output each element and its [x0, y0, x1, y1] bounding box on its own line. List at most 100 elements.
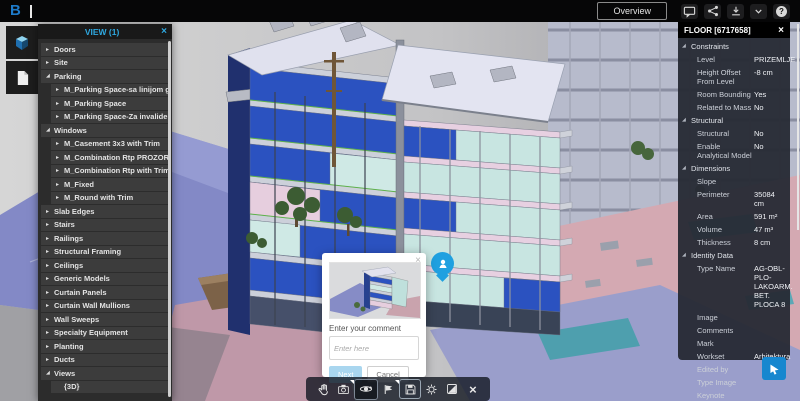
tree-item[interactable]: Windows	[41, 124, 169, 137]
document-icon	[17, 70, 28, 85]
property-row[interactable]: Room Bounding Yes	[678, 88, 790, 101]
overview-button[interactable]: Overview	[597, 2, 667, 20]
share-icon[interactable]	[704, 3, 721, 19]
tree-item[interactable]: M_Parking Space	[51, 97, 169, 110]
save-view-icon[interactable]	[399, 379, 422, 399]
property-row[interactable]: Keynote	[678, 389, 790, 401]
close-icon[interactable]	[463, 380, 483, 399]
property-row[interactable]: Identity Data	[678, 249, 790, 262]
top-bar: B Overview ?	[0, 0, 800, 22]
property-row[interactable]: Level PRIZEMLJE	[678, 53, 795, 66]
tree-item[interactable]: Doors	[41, 43, 169, 56]
comment-icon[interactable]	[681, 3, 698, 19]
tree-item[interactable]: Ceilings	[41, 259, 169, 272]
property-row[interactable]: Dimensions	[678, 162, 790, 175]
tree-item[interactable]: M_Casement 3x3 with Trim	[51, 137, 169, 150]
caret-icon	[46, 289, 54, 296]
tree-item[interactable]: M_Round with Trim	[51, 191, 169, 204]
property-row[interactable]: Constraints	[678, 40, 790, 53]
property-row[interactable]: Perimeter 35084 cm	[678, 188, 790, 210]
pan-hand-icon[interactable]	[313, 380, 333, 399]
caret-icon	[682, 42, 691, 51]
badge-icon	[349, 379, 354, 384]
chevron-down-icon[interactable]	[750, 3, 767, 19]
caret-icon	[688, 55, 697, 64]
property-row[interactable]: Structural	[678, 114, 790, 127]
app-logo[interactable]: B	[10, 0, 21, 22]
properties-panel-header: FLOOR [6717658] ×	[678, 22, 790, 38]
property-row[interactable]: Thickness 8 cm	[678, 236, 790, 249]
tree-item[interactable]: Generic Models	[41, 272, 169, 285]
model-cube-tab[interactable]	[6, 26, 38, 59]
left-panel-title: VIEW (1)	[84, 26, 120, 37]
property-row[interactable]: Area 591 m²	[678, 210, 790, 223]
left-panel-scrollbar[interactable]	[168, 41, 171, 397]
property-row[interactable]: Height Offset From Level -8 cm	[678, 66, 790, 88]
caret-icon	[46, 370, 54, 376]
caret-icon	[56, 154, 64, 161]
tree-item[interactable]: Views	[41, 367, 169, 380]
tree-item[interactable]: Slab Edges	[41, 205, 169, 218]
close-icon[interactable]: ×	[778, 25, 784, 36]
tree-item[interactable]: M_Combination Rtp with Trim	[51, 164, 169, 177]
caret-icon	[688, 177, 697, 186]
tree-item[interactable]: M_Fixed	[51, 178, 169, 191]
tree-item[interactable]: Specialty Equipment	[41, 326, 169, 339]
tree-item[interactable]: Structural Framing	[41, 245, 169, 258]
caret-icon	[688, 352, 697, 361]
bottom-toolbar	[306, 377, 490, 401]
tree-item[interactable]: Parking	[41, 70, 169, 83]
property-row[interactable]: Slope	[678, 175, 790, 188]
tree-item[interactable]: M_Parking Space-Za invalide	[51, 110, 169, 123]
comment-input[interactable]	[329, 336, 419, 360]
tree-item[interactable]: Planting	[41, 340, 169, 353]
property-row[interactable]: Enable Analytical Model No	[678, 140, 790, 162]
caret-icon	[46, 248, 54, 255]
caret-icon	[56, 181, 64, 188]
settings-gear-icon[interactable]	[422, 380, 442, 399]
caret-icon	[46, 46, 54, 53]
caret-icon	[688, 190, 697, 208]
caret-icon	[56, 100, 64, 107]
caret-icon	[46, 59, 54, 66]
tree-item[interactable]: M_Parking Space-sa linijom gore	[51, 83, 169, 96]
property-row[interactable]: Image	[678, 311, 790, 324]
download-icon[interactable]	[727, 3, 744, 19]
comment-popup: × Enter your comment Next C	[322, 253, 426, 383]
contrast-icon[interactable]	[442, 380, 462, 399]
close-icon[interactable]: ×	[161, 26, 167, 37]
comment-prompt: Enter your comment	[329, 324, 402, 333]
property-row[interactable]: Structural No	[678, 127, 790, 140]
property-row[interactable]: Type Name AG-OBL-PLO-LAKOARM. BET. PLOCA…	[678, 262, 793, 311]
close-icon[interactable]: ×	[415, 255, 421, 266]
select-tool-button[interactable]	[762, 357, 786, 380]
orbit-3d-icon[interactable]	[354, 378, 379, 400]
tree-item[interactable]: M_Combination Rtp PROZOR	[51, 151, 169, 164]
help-icon[interactable]: ?	[773, 3, 790, 19]
tree-item[interactable]: Curtain Wall Mullions	[41, 299, 169, 312]
tree-item[interactable]: {3D}	[51, 380, 169, 393]
property-row[interactable]: Comments	[678, 324, 790, 337]
property-row[interactable]: Mark	[678, 337, 790, 350]
property-row[interactable]: Related to Mass No	[678, 101, 790, 114]
markup-icon[interactable]	[379, 379, 399, 399]
tree-item[interactable]: Wall Sweeps	[41, 313, 169, 326]
caret-icon	[688, 225, 697, 234]
document-tab[interactable]	[6, 61, 38, 94]
properties-panel: FLOOR [6717658] × Constraints Level PRIZ…	[678, 22, 795, 400]
property-row[interactable]: Volume 47 m³	[678, 223, 790, 236]
tree-item[interactable]: Railings	[41, 232, 169, 245]
caret-icon	[56, 113, 64, 120]
viewport-scrollbar[interactable]	[797, 24, 799, 230]
caret-icon	[46, 235, 54, 242]
camera-viewpoint-icon[interactable]	[334, 379, 354, 399]
caret-icon	[56, 140, 64, 147]
comment-pin-icon[interactable]	[431, 252, 454, 275]
app-window: B Overview ? VIEW (1) × ▸ Doors ▸ Site ◢…	[0, 0, 800, 401]
tree-item[interactable]: Site	[41, 56, 169, 69]
caret-icon	[688, 391, 697, 400]
tree-item[interactable]: Stairs	[41, 218, 169, 231]
tree-item[interactable]: Ducts	[41, 353, 169, 366]
caret-icon	[56, 167, 64, 174]
tree-item[interactable]: Curtain Panels	[41, 286, 169, 299]
